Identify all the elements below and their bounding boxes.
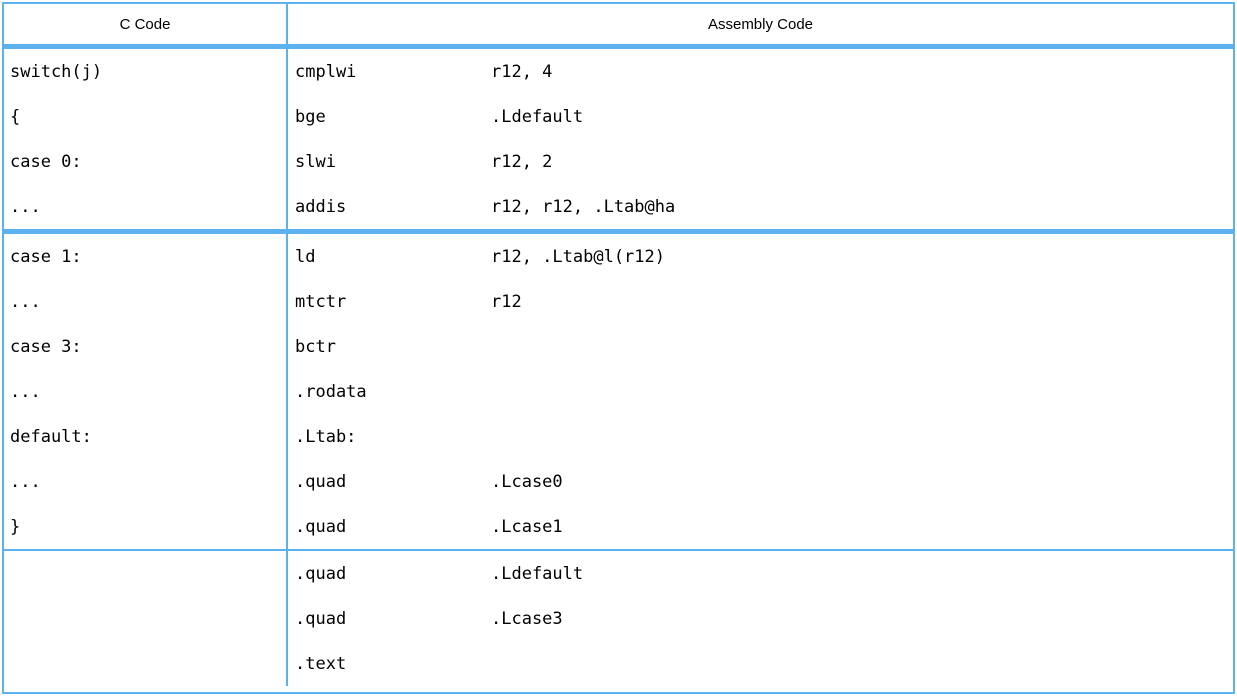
assembly-code-line: cmplwir12, 4 xyxy=(295,49,1233,94)
assembly-operands: .Ldefault xyxy=(491,107,583,127)
assembly-mnemonic: .rodata xyxy=(295,382,491,402)
c-code-line: ... xyxy=(10,184,286,229)
assembly-mnemonic: .quad xyxy=(295,517,491,537)
c-code-line: } xyxy=(10,504,286,549)
assembly-mnemonic: .quad xyxy=(295,564,491,584)
assembly-code-line: slwir12, 2 xyxy=(295,139,1233,184)
assembly-code-line: .quad.Lcase1 xyxy=(295,504,1233,549)
table-row-group: switch(j){case 0:...cmplwir12, 4bge.Ldef… xyxy=(4,49,1233,229)
assembly-code-cell: cmplwir12, 4bge.Ldefaultslwir12, 2addisr… xyxy=(288,49,1233,229)
assembly-mnemonic: .quad xyxy=(295,472,491,492)
assembly-mnemonic: cmplwi xyxy=(295,62,491,82)
table-body: switch(j){case 0:...cmplwir12, 4bge.Ldef… xyxy=(4,49,1233,686)
assembly-mnemonic: .text xyxy=(295,654,491,674)
assembly-mnemonic: mtctr xyxy=(295,292,491,312)
c-code-line: ... xyxy=(10,369,286,414)
assembly-mnemonic: bge xyxy=(295,107,491,127)
table-row-group: .quad.Ldefault.quad.Lcase3.text xyxy=(4,551,1233,686)
assembly-code-line: bctr xyxy=(295,324,1233,369)
assembly-code-line: ldr12, .Ltab@l(r12) xyxy=(295,234,1233,279)
c-code-cell: switch(j){case 0:... xyxy=(4,49,288,229)
assembly-operands: r12, 2 xyxy=(491,152,552,172)
assembly-mnemonic: ld xyxy=(295,247,491,267)
assembly-operands: r12, 4 xyxy=(491,62,552,82)
header-c-code: C Code xyxy=(4,4,288,44)
assembly-code-line: mtctrr12 xyxy=(295,279,1233,324)
assembly-code-line: .rodata xyxy=(295,369,1233,414)
assembly-code-cell: .quad.Ldefault.quad.Lcase3.text xyxy=(288,551,1233,686)
assembly-code-line: .Ltab: xyxy=(295,414,1233,459)
assembly-mnemonic: bctr xyxy=(295,337,491,357)
assembly-code-line: .text xyxy=(295,641,1233,686)
c-code-cell: case 1:...case 3:...default:...} xyxy=(4,234,288,549)
c-code-line: ... xyxy=(10,279,286,324)
c-code-cell xyxy=(4,551,288,686)
assembly-code-line: .quad.Lcase0 xyxy=(295,459,1233,504)
assembly-operands: r12, .Ltab@l(r12) xyxy=(491,247,665,267)
c-code-line: default: xyxy=(10,414,286,459)
assembly-code-line: .quad.Lcase3 xyxy=(295,596,1233,641)
c-code-line: ... xyxy=(10,459,286,504)
table-header-row: C Code Assembly Code xyxy=(4,4,1233,44)
assembly-operands: .Lcase0 xyxy=(491,472,563,492)
header-assembly-code: Assembly Code xyxy=(288,4,1233,44)
assembly-code-line: addisr12, r12, .Ltab@ha xyxy=(295,184,1233,229)
c-code-line: case 0: xyxy=(10,139,286,184)
assembly-operands: .Lcase1 xyxy=(491,517,563,537)
assembly-code-line: bge.Ldefault xyxy=(295,94,1233,139)
assembly-mnemonic: .quad xyxy=(295,609,491,629)
assembly-mnemonic: .Ltab: xyxy=(295,427,491,447)
assembly-code-line: .quad.Ldefault xyxy=(295,551,1233,596)
assembly-mnemonic: addis xyxy=(295,197,491,217)
c-code-line: case 3: xyxy=(10,324,286,369)
assembly-operands: .Ldefault xyxy=(491,564,583,584)
assembly-operands: .Lcase3 xyxy=(491,609,563,629)
c-code-line: { xyxy=(10,94,286,139)
assembly-operands: r12 xyxy=(491,292,522,312)
c-code-line: switch(j) xyxy=(10,49,286,94)
assembly-code-cell: ldr12, .Ltab@l(r12)mtctrr12bctr.rodata.L… xyxy=(288,234,1233,549)
code-comparison-table: C Code Assembly Code switch(j){case 0:..… xyxy=(2,2,1235,694)
c-code-line: case 1: xyxy=(10,234,286,279)
assembly-operands: r12, r12, .Ltab@ha xyxy=(491,197,675,217)
table-row-group: case 1:...case 3:...default:...}ldr12, .… xyxy=(4,234,1233,549)
assembly-mnemonic: slwi xyxy=(295,152,491,172)
